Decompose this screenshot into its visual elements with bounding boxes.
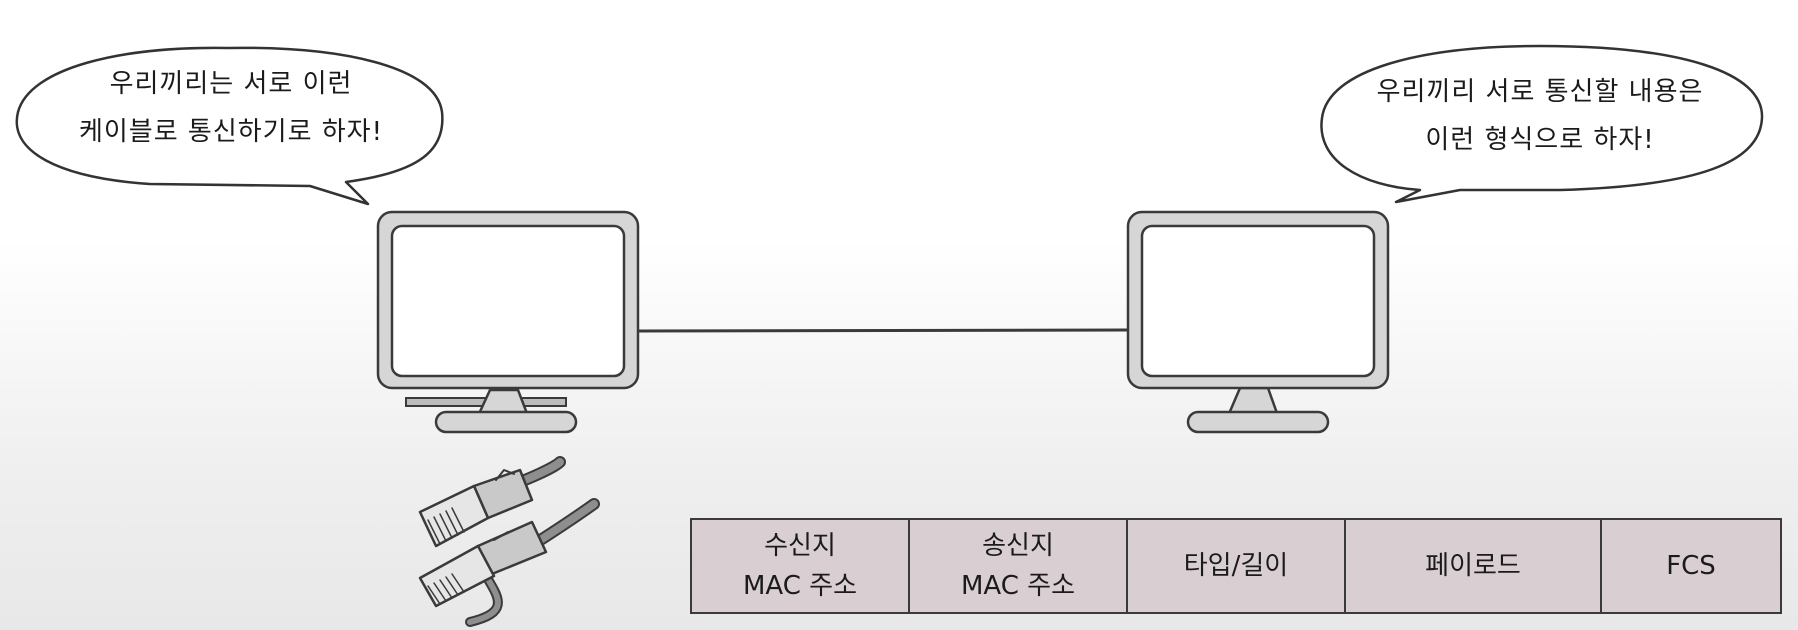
speech-right-line1: 우리끼리 서로 통신할 내용은 <box>1376 77 1704 107</box>
ethernet-cable-icon <box>418 456 600 627</box>
speech-left-line2: 케이블로 통신하기로 하자! <box>78 117 384 147</box>
frame-field-source-mac: 송신지 MAC 주소 <box>910 520 1128 612</box>
frame-field-line1: 송신지 <box>982 531 1054 561</box>
frame-field-payload: 페이로드 <box>1346 520 1602 612</box>
ethernet-frame: 수신지 MAC 주소 송신지 MAC 주소 타입/길이 페이로드 FCS <box>690 518 1782 614</box>
connection-line <box>637 328 1129 333</box>
frame-field-line1: FCS <box>1666 551 1716 581</box>
speech-bubble-right-text: 우리끼리 서로 통신할 내용은 이런 형식으로 하자! <box>1330 68 1750 164</box>
frame-field-line1: 수신지 <box>764 531 836 561</box>
frame-field-type-length: 타입/길이 <box>1128 520 1346 612</box>
speech-left-line1: 우리끼리는 서로 이런 <box>109 69 353 99</box>
frame-field-line1: 페이로드 <box>1425 551 1521 581</box>
speech-bubble-left-text: 우리끼리는 서로 이런 케이블로 통신하기로 하자! <box>22 60 440 156</box>
frame-field-line1: 타입/길이 <box>1183 551 1289 581</box>
frame-field-fcs: FCS <box>1602 520 1782 612</box>
monitor-icon <box>1126 210 1390 434</box>
frame-field-destination-mac: 수신지 MAC 주소 <box>692 520 910 612</box>
frame-field-line2: MAC 주소 <box>742 571 858 601</box>
monitor-icon <box>376 210 640 434</box>
speech-right-line2: 이런 형식으로 하자! <box>1425 125 1655 155</box>
frame-field-line2: MAC 주소 <box>960 571 1076 601</box>
